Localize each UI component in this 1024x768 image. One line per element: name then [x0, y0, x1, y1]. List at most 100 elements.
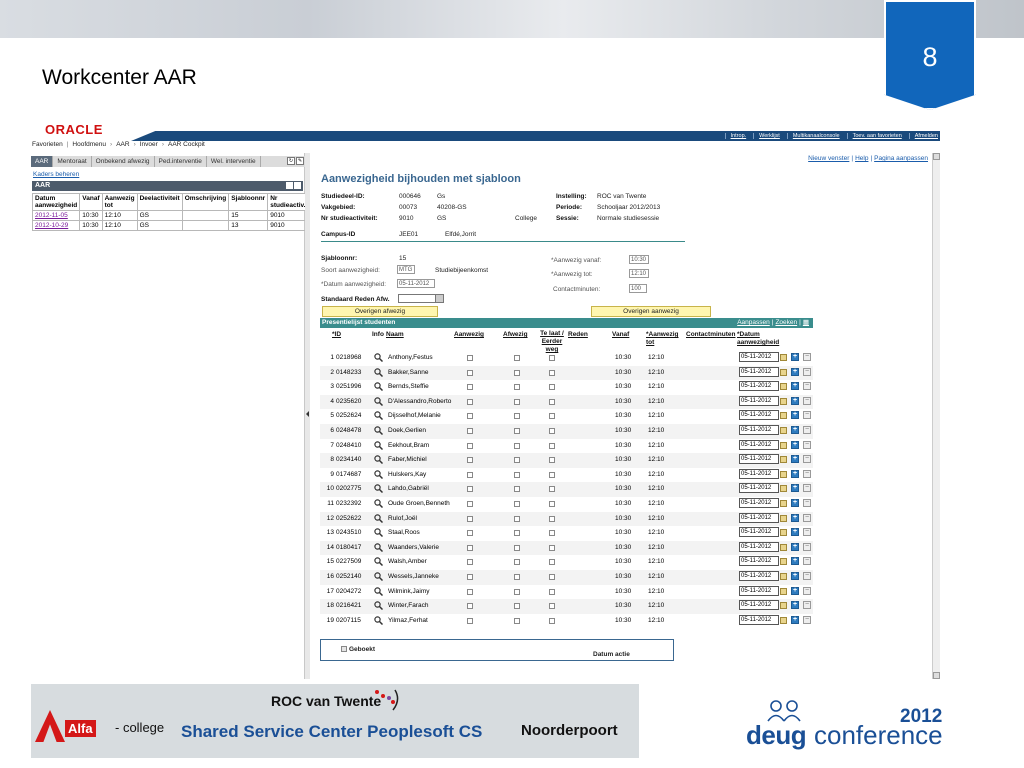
- datum-input[interactable]: 05-11-2012: [739, 395, 779, 406]
- datum-input[interactable]: 05-11-2012: [739, 600, 779, 611]
- afwezig-checkbox[interactable]: [514, 369, 520, 376]
- magnifier-icon[interactable]: [374, 601, 383, 611]
- delete-row-icon[interactable]: −: [803, 499, 811, 507]
- te-laat-checkbox[interactable]: [549, 501, 555, 507]
- pane-splitter[interactable]: [305, 153, 310, 679]
- afwezig-checkbox[interactable]: [514, 501, 520, 507]
- magnifier-icon[interactable]: [374, 557, 383, 567]
- add-row-icon[interactable]: +: [791, 586, 799, 595]
- date-link[interactable]: 2012-10-29: [35, 222, 68, 229]
- add-row-icon[interactable]: +: [791, 572, 799, 580]
- link-pagina-aanpassen[interactable]: Pagina aanpassen: [874, 155, 928, 162]
- add-row-icon[interactable]: +: [791, 455, 799, 464]
- aanwezig-checkbox[interactable]: [467, 544, 473, 551]
- calendar-icon[interactable]: [780, 616, 787, 624]
- datum-input[interactable]: 05-11-2012: [739, 527, 779, 538]
- add-row-icon[interactable]: +: [791, 353, 799, 361]
- collapse-arrow-icon[interactable]: [306, 411, 309, 417]
- magnifier-icon[interactable]: [374, 586, 383, 596]
- calendar-icon[interactable]: [780, 354, 787, 361]
- magnifier-icon[interactable]: [374, 470, 383, 479]
- delete-row-icon[interactable]: −: [803, 513, 811, 522]
- magnifier-icon[interactable]: [374, 484, 383, 494]
- calendar-icon[interactable]: [780, 514, 787, 522]
- delete-row-icon[interactable]: −: [803, 455, 811, 464]
- datum-input[interactable]: 05-11-2012: [739, 585, 779, 596]
- afwezig-checkbox[interactable]: [514, 384, 520, 391]
- te-laat-checkbox[interactable]: [549, 457, 555, 464]
- afwezig-checkbox[interactable]: [514, 471, 520, 478]
- aanwezig-checkbox[interactable]: [467, 457, 473, 464]
- col-header-datum[interactable]: *Datum aanwezigheid: [737, 331, 785, 347]
- add-row-icon[interactable]: +: [791, 601, 799, 610]
- magnifier-icon[interactable]: [374, 397, 383, 406]
- calendar-icon[interactable]: [780, 587, 787, 595]
- datum-input[interactable]: 05-11-2012: [739, 483, 779, 494]
- date-link[interactable]: 2012-11-05: [35, 212, 68, 219]
- delete-row-icon[interactable]: −: [803, 542, 811, 551]
- afwezig-checkbox[interactable]: [514, 588, 520, 595]
- col-header-naam[interactable]: Naam: [386, 331, 404, 339]
- col-header[interactable]: Datum aanwezigheid: [31, 193, 81, 211]
- delete-row-icon[interactable]: −: [803, 484, 811, 493]
- add-row-icon[interactable]: +: [791, 528, 799, 537]
- link-zoeken[interactable]: Zoeken: [775, 318, 797, 328]
- scroll-down-icon[interactable]: [933, 672, 940, 679]
- afwezig-checkbox[interactable]: [514, 428, 520, 434]
- crumb-aar[interactable]: AAR: [116, 141, 129, 151]
- crumb-hoofdmenu[interactable]: Hoofdmenu: [72, 141, 106, 151]
- add-row-icon[interactable]: +: [791, 542, 799, 551]
- calendar-icon[interactable]: [780, 412, 787, 420]
- edit-icon[interactable]: ✎: [296, 157, 304, 165]
- scroll-up-icon[interactable]: [933, 153, 940, 160]
- afwezig-checkbox[interactable]: [514, 413, 520, 420]
- col-header-contactminuten[interactable]: Contactminuten: [686, 331, 735, 339]
- add-row-icon[interactable]: +: [791, 396, 799, 405]
- te-laat-checkbox[interactable]: [549, 486, 555, 493]
- col-header-aanwezig-tot[interactable]: *Aanwezig tot: [646, 331, 680, 347]
- magnifier-icon[interactable]: [374, 455, 383, 465]
- col-header[interactable]: Nr studieactiv.: [267, 193, 309, 211]
- datum-input[interactable]: 05-11-2012: [739, 512, 779, 523]
- afwezig-checkbox[interactable]: [514, 530, 520, 537]
- delete-row-icon[interactable]: −: [803, 411, 811, 420]
- te-laat-checkbox[interactable]: [549, 442, 555, 449]
- tab-wel-interventie[interactable]: Wel. interventie: [207, 156, 261, 167]
- aanwezig-checkbox[interactable]: [467, 413, 473, 420]
- aanwezig-checkbox[interactable]: [467, 428, 473, 434]
- refresh-icon[interactable]: ↻: [287, 157, 295, 165]
- datum-input[interactable]: 05-11-2012: [739, 381, 779, 392]
- te-laat-checkbox[interactable]: [549, 428, 555, 434]
- te-laat-checkbox[interactable]: [549, 413, 555, 420]
- datum-input[interactable]: 05-11-2012: [739, 556, 779, 567]
- datum-input[interactable]: 05-11-2012: [739, 352, 779, 362]
- calendar-icon[interactable]: [780, 500, 787, 507]
- add-row-icon[interactable]: +: [791, 557, 799, 566]
- te-laat-checkbox[interactable]: [549, 398, 555, 405]
- calendar-icon[interactable]: [780, 456, 787, 464]
- magnifier-icon[interactable]: [374, 572, 383, 581]
- aanwezig-checkbox[interactable]: [467, 442, 473, 449]
- magnifier-icon[interactable]: [374, 513, 383, 523]
- te-laat-checkbox[interactable]: [549, 515, 555, 522]
- delete-row-icon[interactable]: −: [803, 601, 811, 610]
- delete-row-icon[interactable]: −: [803, 615, 811, 624]
- vertical-scrollbar[interactable]: [932, 153, 940, 679]
- aanwezig-checkbox[interactable]: [467, 486, 473, 493]
- geboekt-checkbox[interactable]: [341, 646, 347, 652]
- aanwezig-checkbox[interactable]: [467, 559, 473, 566]
- datum-input[interactable]: 05-11-2012: [739, 425, 779, 435]
- link-afmelden[interactable]: Afmelden: [908, 133, 938, 139]
- delete-row-icon[interactable]: −: [803, 382, 811, 391]
- afwezig-checkbox[interactable]: [514, 559, 520, 566]
- delete-row-icon[interactable]: −: [803, 353, 811, 361]
- magnifier-icon[interactable]: [374, 616, 383, 625]
- overigen-aanwezig-button[interactable]: Overigen aanwezig: [591, 306, 711, 317]
- add-row-icon[interactable]: +: [791, 513, 799, 522]
- te-laat-checkbox[interactable]: [549, 559, 555, 566]
- col-header[interactable]: Omschrijving: [181, 193, 230, 211]
- tot-input[interactable]: 12:10: [629, 269, 649, 278]
- te-laat-checkbox[interactable]: [549, 355, 555, 361]
- calendar-icon[interactable]: [780, 383, 787, 391]
- col-header-afwezig[interactable]: Afwezig: [503, 331, 528, 339]
